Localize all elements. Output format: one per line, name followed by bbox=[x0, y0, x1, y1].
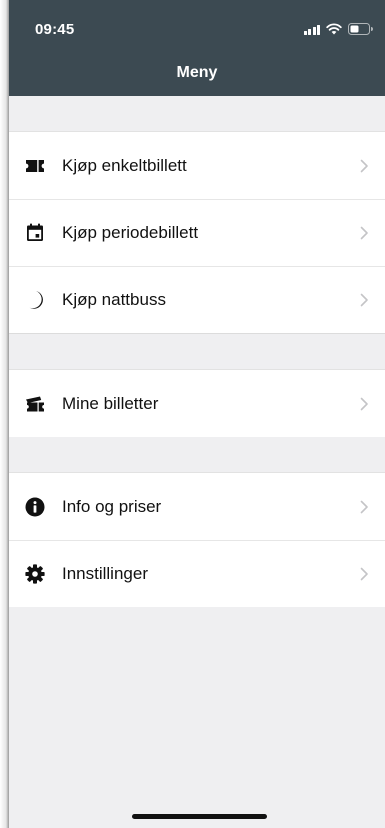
menu-item-label: Kjøp nattbuss bbox=[62, 289, 166, 309]
section-spacer bbox=[9, 96, 385, 131]
menu-item-info-and-prices[interactable]: Info og priser bbox=[9, 473, 385, 540]
menu-item-my-tickets[interactable]: Mine billetter bbox=[9, 370, 385, 437]
phone-frame: 09:45 Meny Kjøp enkeltbillett Kjøp perio… bbox=[0, 0, 385, 828]
cellular-signal-icon bbox=[303, 24, 320, 35]
menu-section-my-tickets: Mine billetter bbox=[9, 369, 385, 438]
menu-section-info: Info og priser Innstillinger bbox=[9, 472, 385, 608]
menu-item-label: Kjøp periodebillett bbox=[62, 222, 199, 242]
chevron-right-icon bbox=[360, 159, 368, 172]
chevron-right-icon bbox=[360, 397, 368, 410]
chevron-right-icon bbox=[360, 500, 368, 513]
wifi-icon bbox=[326, 23, 342, 35]
gear-icon bbox=[25, 563, 45, 584]
section-spacer bbox=[9, 334, 385, 369]
info-icon bbox=[25, 497, 45, 517]
app-screen: 09:45 Meny Kjøp enkeltbillett Kjøp perio… bbox=[9, 0, 385, 828]
device-edge bbox=[0, 0, 9, 828]
page-title: Meny bbox=[176, 64, 218, 81]
menu-section-tickets: Kjøp enkeltbillett Kjøp periodebillett K… bbox=[9, 131, 385, 334]
chevron-right-icon bbox=[360, 226, 368, 239]
menu-item-label: Innstillinger bbox=[62, 563, 148, 583]
chevron-right-icon bbox=[360, 293, 368, 306]
chevron-right-icon bbox=[360, 567, 368, 580]
calendar-icon bbox=[25, 223, 45, 243]
menu-item-buy-period-ticket[interactable]: Kjøp periodebillett bbox=[9, 199, 385, 266]
section-spacer bbox=[9, 437, 385, 472]
status-time: 09:45 bbox=[35, 21, 75, 38]
menu-item-settings[interactable]: Innstillinger bbox=[9, 540, 385, 607]
menu-item-label: Mine billetter bbox=[62, 393, 159, 413]
status-icons bbox=[303, 22, 373, 36]
menu-item-label: Kjøp enkeltbillett bbox=[62, 155, 187, 175]
moon-icon bbox=[25, 290, 45, 310]
page-background bbox=[9, 607, 385, 828]
battery-icon bbox=[348, 23, 373, 35]
tickets-stack-icon bbox=[25, 394, 45, 414]
menu-item-label: Info og priser bbox=[62, 496, 162, 516]
ticket-icon bbox=[25, 156, 45, 176]
menu-item-buy-single-ticket[interactable]: Kjøp enkeltbillett bbox=[9, 132, 385, 199]
home-indicator[interactable] bbox=[132, 814, 267, 819]
app-header: 09:45 Meny bbox=[9, 0, 385, 96]
menu-item-buy-night-bus[interactable]: Kjøp nattbuss bbox=[9, 266, 385, 333]
